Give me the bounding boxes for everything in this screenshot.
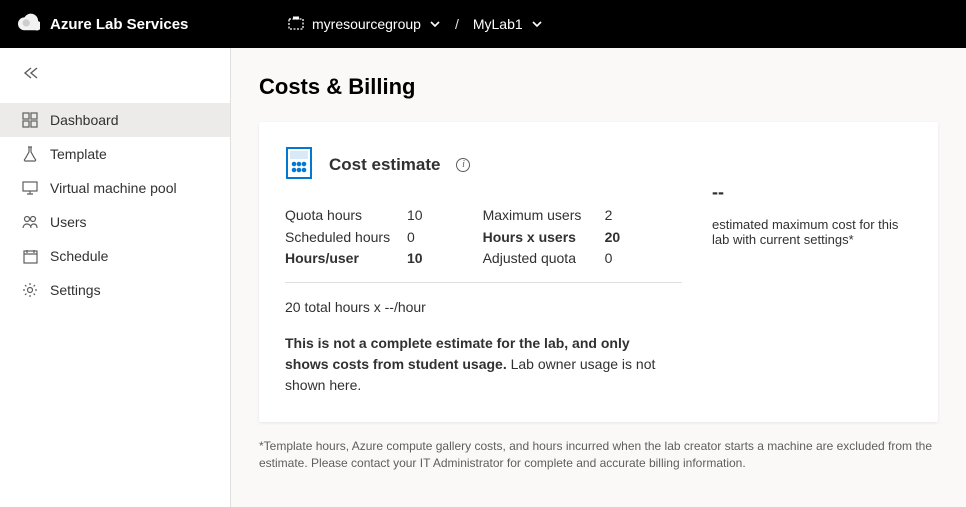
cost-estimate-card: Cost estimate i Quota hours 10 Scheduled … [259,122,938,422]
sidebar-item-dashboard[interactable]: Dashboard [0,103,230,137]
sidebar-item-label: Settings [50,282,101,298]
sidebar-item-schedule[interactable]: Schedule [0,239,230,273]
chevron-down-icon [429,18,441,30]
dashboard-icon [22,112,38,128]
divider [285,282,682,283]
breadcrumb-lab-label: MyLab1 [473,16,523,32]
calendar-icon [22,249,38,264]
chevron-down-icon [531,18,543,30]
scheduled-hours-label: Scheduled hours [285,227,395,249]
brand-label: Azure Lab Services [50,16,188,33]
max-users-label: Maximum users [483,205,593,227]
sidebar-item-users[interactable]: Users [0,205,230,239]
sidebar-item-label: Template [50,146,107,162]
sidebar-item-template[interactable]: Template [0,137,230,171]
sidebar-item-label: Schedule [50,248,108,264]
cost-card-title: Cost estimate [329,155,440,175]
cost-formula: 20 total hours x --/hour [285,299,682,315]
sidebar-item-label: Dashboard [50,112,119,128]
monitor-icon [22,181,38,195]
flask-icon [22,146,38,162]
scheduled-hours-value: 0 [407,227,415,249]
sidebar: Dashboard Template Virtual machine pool … [0,48,231,507]
breadcrumb-resource-group[interactable]: myresourcegroup [288,16,441,33]
quota-hours-label: Quota hours [285,205,395,227]
adjusted-quota-value: 0 [605,248,613,270]
brand: Azure Lab Services [18,13,288,35]
sidebar-item-vm-pool[interactable]: Virtual machine pool [0,171,230,205]
cloud-icon [18,13,40,35]
collapse-sidebar-button[interactable] [0,62,230,103]
footnote: *Template hours, Azure compute gallery c… [259,438,938,473]
resource-group-icon [288,16,304,33]
calculator-icon [285,146,313,183]
max-users-value: 2 [605,205,613,227]
cost-disclaimer: This is not a complete estimate for the … [285,333,665,396]
breadcrumb-separator: / [455,16,459,32]
info-icon[interactable]: i [456,158,470,172]
hours-x-users-label: Hours x users [483,227,593,249]
breadcrumb-rg-label: myresourcegroup [312,16,421,32]
breadcrumb-lab[interactable]: MyLab1 [473,16,543,32]
breadcrumb: myresourcegroup / MyLab1 [288,16,543,33]
estimated-cost-caption: estimated maximum cost for this lab with… [712,217,912,247]
users-icon [22,215,38,229]
estimated-cost-value: -- [712,182,912,203]
sidebar-item-settings[interactable]: Settings [0,273,230,307]
page-title: Costs & Billing [259,74,938,100]
sidebar-item-label: Users [50,214,87,230]
hours-per-user-label: Hours/user [285,248,395,270]
quota-hours-value: 10 [407,205,423,227]
hours-x-users-value: 20 [605,227,621,249]
adjusted-quota-label: Adjusted quota [483,248,593,270]
gear-icon [22,282,38,298]
hours-per-user-value: 10 [407,248,423,270]
sidebar-item-label: Virtual machine pool [50,180,177,196]
